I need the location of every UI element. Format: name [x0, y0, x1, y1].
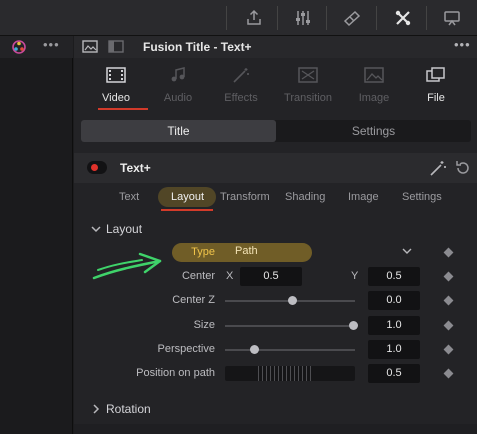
- property-perspective: Perspective 1.0: [74, 339, 477, 361]
- split-view-icon[interactable]: [108, 40, 124, 53]
- reset-icon[interactable]: [455, 160, 471, 176]
- node-header: Text+: [74, 153, 477, 183]
- left-panel-header: •••: [0, 36, 73, 58]
- property-label: Type: [191, 246, 215, 258]
- property-size: Size 1.0: [74, 315, 477, 337]
- property-label: Size: [193, 319, 215, 331]
- effects-library-icon[interactable]: [337, 5, 367, 31]
- magic-wand-icon[interactable]: [429, 160, 447, 176]
- export-icon[interactable]: [239, 5, 269, 31]
- keyframe-icon[interactable]: [443, 295, 454, 306]
- size-slider[interactable]: [225, 325, 355, 327]
- segment-title[interactable]: Title: [81, 120, 276, 142]
- tab-label: Video: [102, 92, 130, 104]
- tab-effects[interactable]: Effects: [209, 60, 273, 112]
- section-rotation-header[interactable]: Rotation: [74, 398, 477, 420]
- toolbar-divider: [326, 6, 327, 30]
- enable-toggle[interactable]: [87, 161, 107, 174]
- toolbar-divider: [426, 6, 427, 30]
- center-x-field[interactable]: 0.5: [240, 267, 302, 286]
- tab-label: Effects: [224, 92, 258, 104]
- center-y-field[interactable]: 0.5: [368, 267, 420, 286]
- node-title: Text+: [120, 161, 151, 175]
- property-label: Perspective: [157, 343, 215, 355]
- subtab-transform[interactable]: Transform: [220, 191, 270, 203]
- inspector-header: Fusion Title - Text+ •••: [74, 36, 477, 58]
- property-label: Position on path: [136, 367, 215, 379]
- active-tab-indicator: [98, 108, 148, 110]
- tab-audio[interactable]: Audio: [146, 60, 210, 112]
- keyframe-icon[interactable]: [443, 271, 454, 282]
- position-on-path-field[interactable]: 0.5: [368, 364, 420, 383]
- axis-label: X: [226, 270, 234, 282]
- position-on-path-jog[interactable]: [225, 366, 355, 381]
- magic-wand-icon: [233, 68, 249, 83]
- inspector-panel: Fusion Title - Text+ ••• Video Audio Eff…: [74, 36, 477, 434]
- annotation-arrow-icon: [92, 252, 162, 280]
- toolbar-divider: [376, 6, 377, 30]
- center-z-field[interactable]: 0.0: [368, 291, 420, 310]
- inspector-tools-icon[interactable]: [388, 5, 418, 31]
- node-sub-tabs: Text Layout Transform Shading Image Sett…: [74, 186, 477, 212]
- metadata-icon[interactable]: [437, 5, 467, 31]
- section-title: Rotation: [106, 402, 151, 416]
- tab-file[interactable]: File: [404, 60, 468, 112]
- subtab-text[interactable]: Text: [119, 191, 139, 203]
- image-icon: [364, 67, 384, 83]
- slider-handle[interactable]: [250, 345, 259, 354]
- chevron-right-icon: [93, 404, 100, 414]
- active-subtab-indicator: [161, 209, 213, 211]
- file-icon: [426, 67, 445, 82]
- transition-icon: [298, 67, 318, 83]
- subtab-shading[interactable]: Shading: [285, 191, 325, 203]
- film-icon: [106, 67, 126, 83]
- slider-handle[interactable]: [349, 321, 358, 330]
- subtab-image[interactable]: Image: [348, 191, 379, 203]
- tab-transition[interactable]: Transition: [276, 60, 340, 112]
- segment-settings[interactable]: Settings: [276, 120, 471, 142]
- type-select[interactable]: Path: [225, 242, 420, 261]
- mixer-icon[interactable]: [288, 5, 318, 31]
- toolbar-divider: [277, 6, 278, 30]
- slider-handle[interactable]: [288, 296, 297, 305]
- property-label: Center Z: [172, 294, 215, 306]
- size-field[interactable]: 1.0: [368, 316, 420, 335]
- axis-label: Y: [351, 270, 359, 282]
- section-title: Layout: [106, 222, 143, 236]
- chevron-down-icon: [91, 226, 101, 233]
- perspective-slider[interactable]: [225, 349, 355, 351]
- tab-video[interactable]: Video: [84, 60, 148, 112]
- keyframe-icon[interactable]: [443, 320, 454, 331]
- chevron-down-icon: [402, 248, 412, 254]
- keyframe-icon[interactable]: [443, 344, 454, 355]
- keyframe-icon[interactable]: [443, 247, 454, 258]
- next-section-edge: [74, 424, 477, 434]
- more-options-icon[interactable]: •••: [43, 37, 60, 52]
- keyframe-icon[interactable]: [443, 368, 454, 379]
- thumbnail-icon[interactable]: [82, 40, 98, 53]
- subtab-layout[interactable]: Layout: [171, 191, 204, 203]
- more-options-icon[interactable]: •••: [454, 37, 471, 52]
- perspective-field[interactable]: 1.0: [368, 340, 420, 359]
- left-panel: •••: [0, 36, 73, 434]
- music-note-icon: [171, 67, 185, 82]
- property-center-z: Center Z 0.0: [74, 290, 477, 312]
- tab-label: Audio: [163, 92, 193, 104]
- top-toolbar: [0, 0, 477, 36]
- inspector-category-tabs: Video Audio Effects Transition Image Fil…: [74, 60, 477, 112]
- section-layout-header[interactable]: Layout: [74, 218, 477, 240]
- tab-label: Transition: [284, 92, 332, 104]
- title-settings-switch: Title Settings: [81, 120, 471, 142]
- property-position-on-path: Position on path 0.5: [74, 363, 477, 385]
- tab-image[interactable]: Image: [342, 60, 406, 112]
- tab-label: File: [427, 92, 445, 104]
- toolbar-divider: [226, 6, 227, 30]
- color-wheel-icon[interactable]: [11, 39, 27, 55]
- subtab-settings[interactable]: Settings: [402, 191, 442, 203]
- type-value: Path: [235, 245, 258, 257]
- property-label: Center: [181, 270, 215, 282]
- inspector-title: Fusion Title - Text+: [143, 40, 252, 54]
- tab-label: Image: [358, 92, 390, 104]
